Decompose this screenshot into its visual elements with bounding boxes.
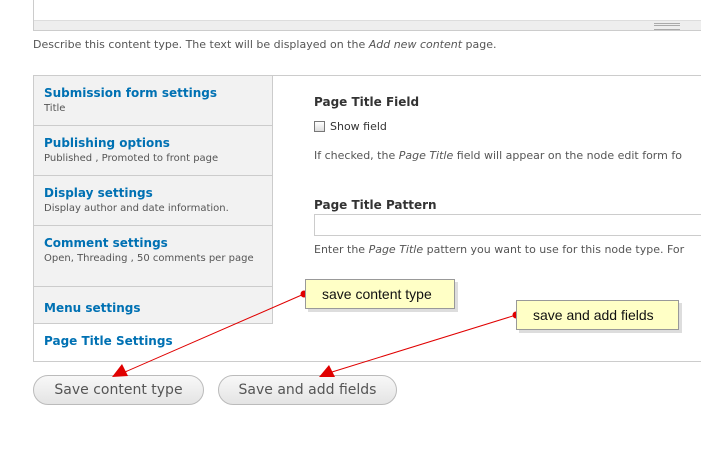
arrow-to-save-add-button	[331, 314, 517, 373]
save-and-add-fields-callout: save and add fields	[516, 300, 679, 330]
arrowhead-icon	[112, 364, 128, 377]
arrow-to-save-button	[124, 293, 305, 373]
annotation-arrows	[112, 290, 520, 377]
arrowhead-icon	[319, 365, 335, 377]
save-content-type-callout: save content type	[305, 279, 455, 309]
